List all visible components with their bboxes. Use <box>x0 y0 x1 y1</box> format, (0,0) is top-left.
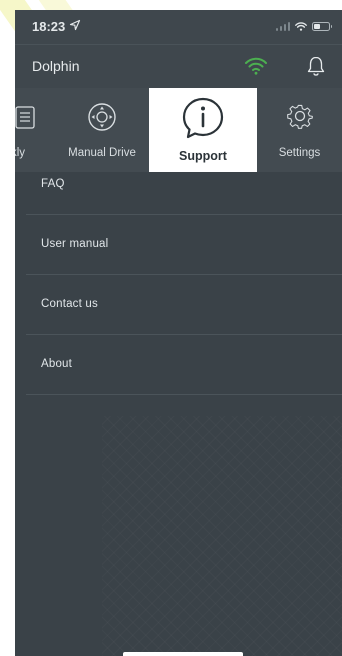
app-screen: 18:23 Dolphin ly Manual Drive Support Se… <box>15 10 342 656</box>
gamepad-icon <box>88 103 116 131</box>
status-indicators <box>275 22 332 31</box>
menu-item-label: About <box>41 358 73 370</box>
location-arrow-icon <box>69 19 81 31</box>
menu-item-label: User manual <box>41 238 109 250</box>
app-title: Dolphin <box>32 58 80 74</box>
support-menu: FAQ User manual Contact us About <box>15 155 342 395</box>
home-indicator[interactable] <box>123 652 243 656</box>
bell-icon[interactable] <box>305 55 327 77</box>
menu-item-faq[interactable]: FAQ <box>15 155 342 215</box>
status-bar: 18:23 <box>15 10 342 44</box>
info-bubble-icon <box>182 97 224 139</box>
menu-item-contact-us[interactable]: Contact us <box>15 275 342 335</box>
menu-item-about[interactable]: About <box>15 335 342 395</box>
divider <box>26 394 342 395</box>
menu-item-label: FAQ <box>41 178 65 190</box>
menu-item-label: Contact us <box>41 298 98 310</box>
gear-icon <box>286 104 313 129</box>
menu-item-user-manual[interactable]: User manual <box>15 215 342 275</box>
status-time: 18:23 <box>32 19 66 34</box>
app-header: Dolphin <box>15 44 342 88</box>
background-pattern <box>102 416 342 656</box>
cell-signal-icon <box>275 22 290 31</box>
wifi-icon <box>295 22 307 31</box>
calendar-icon <box>15 106 35 129</box>
wifi-icon <box>245 57 267 75</box>
device-frame: 18:23 Dolphin ly Manual Drive Support Se… <box>0 0 342 656</box>
battery-icon <box>312 22 332 31</box>
